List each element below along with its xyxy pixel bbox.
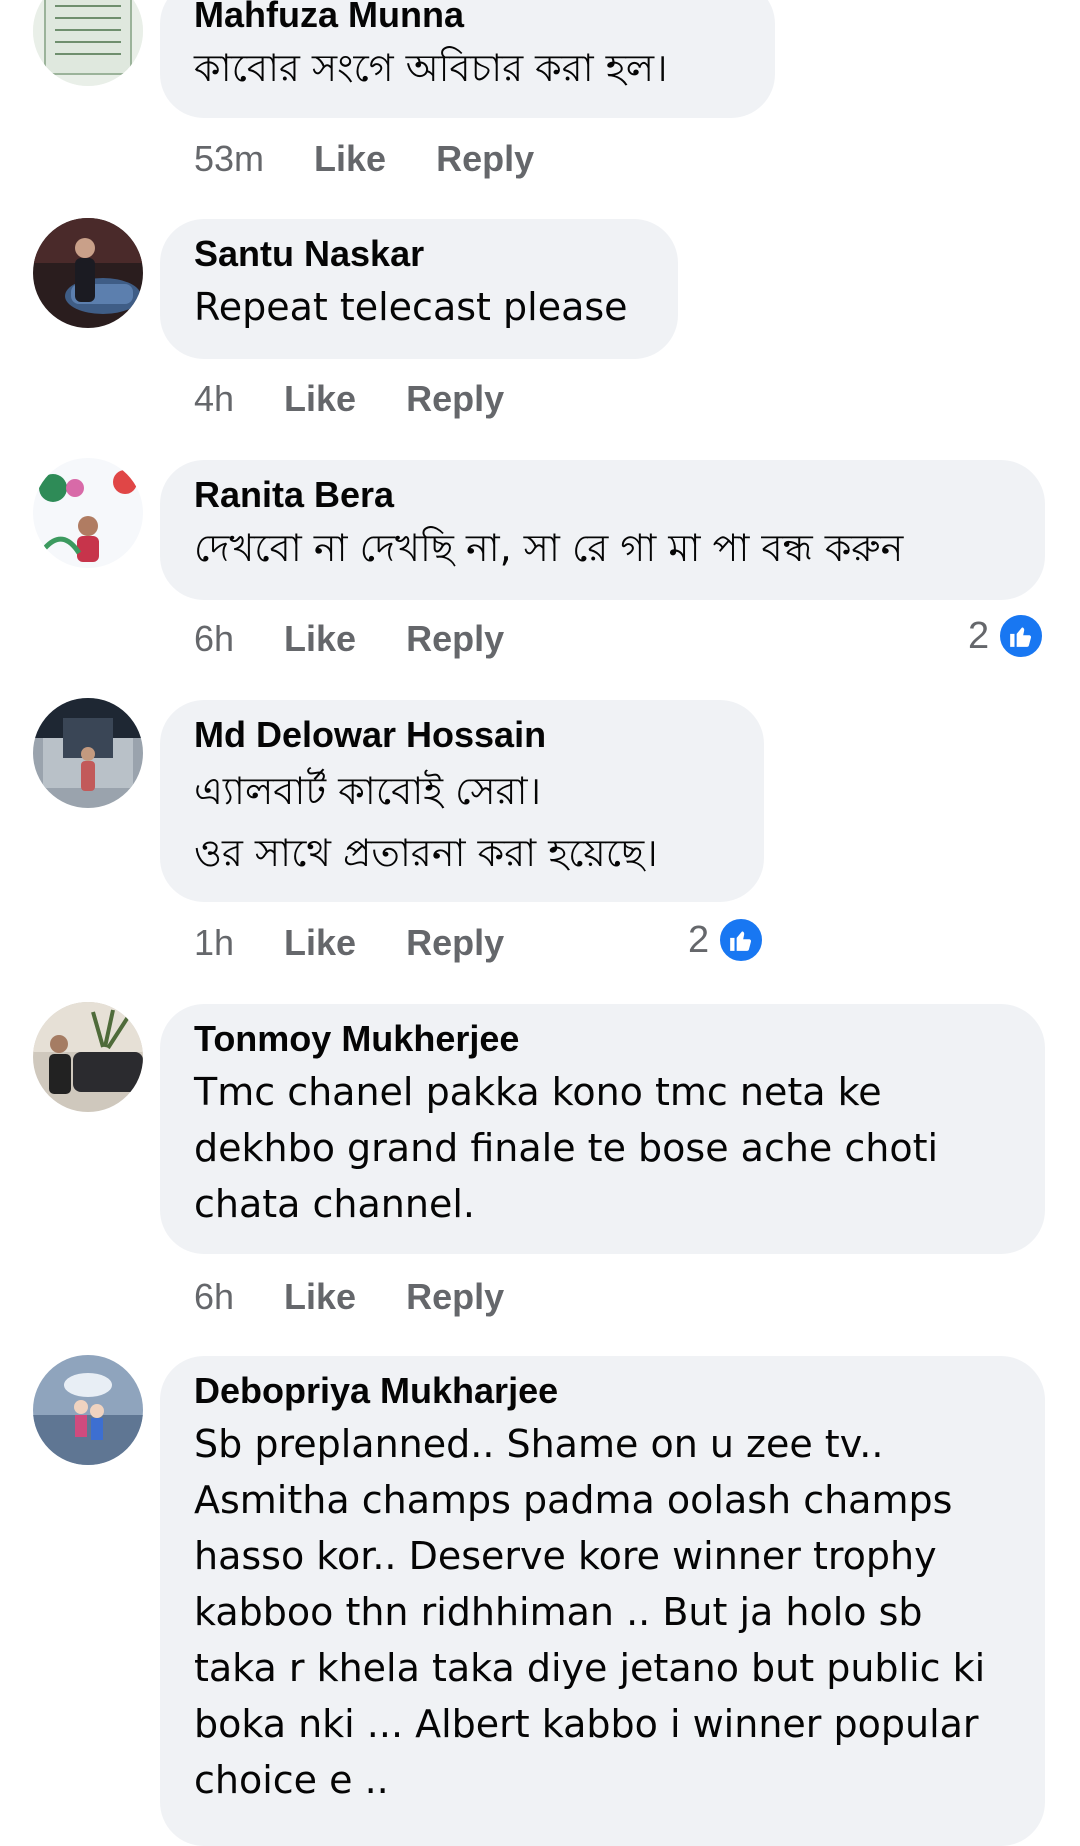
- comment-time[interactable]: 53m: [194, 138, 264, 179]
- comment-author[interactable]: Debopriya Mukharjee: [194, 1366, 1011, 1416]
- comment-text-line: কাবোর সংগে অবিচার করা হল।: [194, 46, 668, 90]
- comment-text: কাবোর সংগে অবিচার করা হল।: [194, 40, 741, 96]
- reply-button[interactable]: Reply: [406, 922, 504, 963]
- comment-actions: 4h Like Reply: [194, 378, 504, 420]
- comment-bubble: Mahfuza Munna কাবোর সংগে অবিচার করা হল।: [160, 0, 775, 118]
- comment-text-line: ওর সাথে প্রতারনা করা হয়েছে।: [194, 831, 658, 875]
- comment-author[interactable]: Santu Naskar: [194, 229, 644, 279]
- reply-button[interactable]: Reply: [436, 138, 534, 179]
- like-button[interactable]: Like: [284, 1276, 356, 1317]
- comment-actions: 53m Like Reply: [194, 138, 534, 180]
- comment-text-line: kabboo thn ridhhiman .. But ja holo sb: [194, 1590, 923, 1634]
- comment-text-line: chata channel.: [194, 1182, 475, 1226]
- avatar[interactable]: [33, 1355, 143, 1465]
- comment-text-line: dekhbo grand finale te bose ache choti: [194, 1126, 939, 1170]
- reply-button[interactable]: Reply: [406, 618, 504, 659]
- comment-actions: 6h Like Reply: [194, 1276, 504, 1318]
- avatar[interactable]: [33, 458, 143, 568]
- comment-author[interactable]: Md Delowar Hossain: [194, 710, 730, 760]
- reaction-count: 2: [688, 918, 710, 961]
- comment-text-line: Asmitha champs padma oolash champs: [194, 1478, 953, 1522]
- comment-text: Repeat telecast please: [194, 279, 644, 335]
- avatar[interactable]: [33, 1002, 143, 1112]
- comment-text: এ্যালবার্ট কাবোই সেরা। ওর সাথে প্রতারনা …: [194, 760, 730, 884]
- comment-text-line: choice e ..: [194, 1758, 389, 1802]
- reply-button[interactable]: Reply: [406, 1276, 504, 1317]
- comment-text-line: Repeat telecast please: [194, 285, 628, 329]
- reply-button[interactable]: Reply: [406, 378, 504, 419]
- thumbs-up-icon: [997, 612, 1046, 660]
- comment-bubble: Santu Naskar Repeat telecast please: [160, 219, 678, 359]
- comment-author[interactable]: Ranita Bera: [194, 470, 1011, 520]
- comment-time[interactable]: 6h: [194, 1276, 234, 1317]
- comment-bubble: Md Delowar Hossain এ্যালবার্ট কাবোই সেরা…: [160, 700, 764, 902]
- reaction-summary[interactable]: 2: [688, 916, 766, 964]
- like-button[interactable]: Like: [284, 922, 356, 963]
- comment-actions: 6h Like Reply: [194, 618, 504, 660]
- reaction-summary[interactable]: 2: [968, 612, 1046, 660]
- thumbs-up-icon: [717, 916, 766, 964]
- comment-time[interactable]: 1h: [194, 922, 234, 963]
- comment-bubble: Tonmoy Mukherjee Tmc chanel pakka kono t…: [160, 1004, 1045, 1254]
- comment-text-line: এ্যালবার্ট কাবোই সেরা।: [194, 769, 542, 813]
- like-button[interactable]: Like: [284, 378, 356, 419]
- comment-text: Sb preplanned.. Shame on u zee tv.. Asmi…: [194, 1416, 1011, 1808]
- comment-text: দেখবো না দেখছি না, সা রে গা মা পা বন্ধ ক…: [194, 520, 1011, 576]
- comment-text-line: hasso kor.. Deserve kore winner trophy: [194, 1534, 937, 1578]
- comment-time[interactable]: 6h: [194, 618, 234, 659]
- like-button[interactable]: Like: [314, 138, 386, 179]
- reaction-count: 2: [968, 614, 990, 657]
- comment-actions: 1h Like Reply: [194, 922, 504, 964]
- comment-text-line: taka r khela taka diye jetano but public…: [194, 1646, 986, 1690]
- avatar[interactable]: [33, 0, 143, 86]
- comment-author[interactable]: Tonmoy Mukherjee: [194, 1014, 1011, 1064]
- comment-text-line: boka nki ... Albert kabbo i winner popul…: [194, 1702, 979, 1746]
- comment-text-line: Sb preplanned.. Shame on u zee tv..: [194, 1422, 884, 1466]
- like-button[interactable]: Like: [284, 618, 356, 659]
- comment-text: Tmc chanel pakka kono tmc neta ke dekhbo…: [194, 1064, 1011, 1232]
- comment-bubble: Ranita Bera দেখবো না দেখছি না, সা রে গা …: [160, 460, 1045, 600]
- comment-author[interactable]: Mahfuza Munna: [194, 0, 741, 40]
- avatar[interactable]: [33, 218, 143, 328]
- comment-time[interactable]: 4h: [194, 378, 234, 419]
- comment-bubble: Debopriya Mukharjee Sb preplanned.. Sham…: [160, 1356, 1045, 1846]
- avatar[interactable]: [33, 698, 143, 808]
- comment-text-line: Tmc chanel pakka kono tmc neta ke: [194, 1070, 882, 1114]
- comment-text-line: দেখবো না দেখছি না, সা রে গা মা পা বন্ধ ক…: [194, 526, 904, 570]
